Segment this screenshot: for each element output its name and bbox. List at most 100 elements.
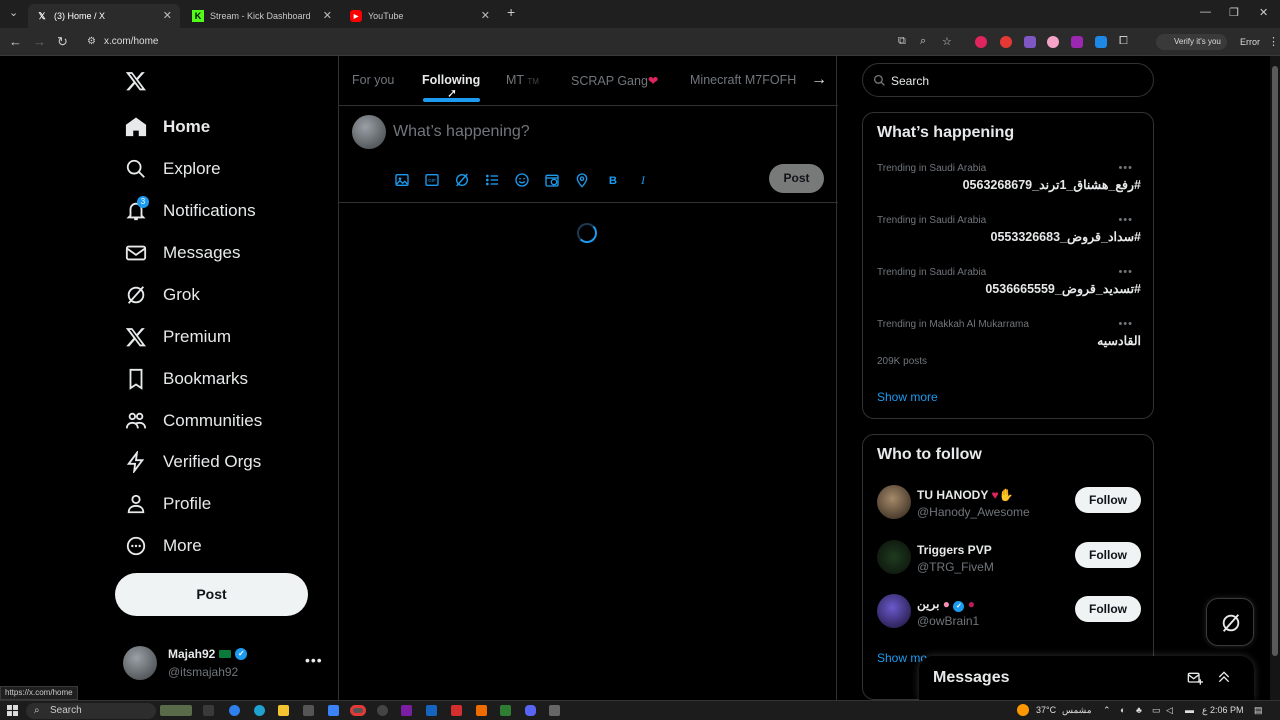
app-icon[interactable]: [549, 705, 560, 716]
tab-search-chevron-icon[interactable]: ⌄: [9, 6, 18, 19]
follow-suggestion[interactable]: TU HANODY ♥✋ @Hanody_Awesome Follow: [877, 485, 1141, 525]
taskbar-search[interactable]: ⌕ Search: [26, 703, 156, 719]
scrollbar-thumb[interactable]: [1272, 66, 1278, 656]
network-icon[interactable]: ▭: [1152, 705, 1161, 716]
notification-center-icon[interactable]: ▤: [1254, 705, 1263, 716]
chrome-icon[interactable]: [350, 705, 366, 716]
volume-icon[interactable]: ◁: [1166, 705, 1173, 716]
verify-profile-button[interactable]: Verify it's you: [1156, 34, 1227, 50]
trend-item[interactable]: Trending in Saudi Arabia #رفع_هشناق_1ترن…: [877, 162, 1141, 192]
gif-icon[interactable]: GIF: [424, 172, 440, 188]
nav-notifications[interactable]: 3 Notifications: [125, 196, 256, 226]
image-icon[interactable]: [394, 172, 410, 188]
tab-mt[interactable]: MT TM: [506, 73, 539, 87]
trend-more-icon[interactable]: •••: [1118, 214, 1133, 226]
extensions-puzzle-icon[interactable]: ⧠: [1119, 35, 1128, 48]
location-icon[interactable]: [574, 172, 590, 188]
trend-item[interactable]: Trending in Saudi Arabia #سداد_قروض_0553…: [877, 214, 1141, 244]
trend-item[interactable]: Trending in Saudi Arabia #تسديد_قروض_053…: [877, 266, 1141, 296]
url-field[interactable]: x.com/home: [104, 36, 158, 47]
nav-bookmarks[interactable]: Bookmarks: [125, 364, 248, 394]
follow-button[interactable]: Follow: [1075, 487, 1141, 513]
window-close-icon[interactable]: ✕: [1259, 6, 1268, 19]
tab-for-you[interactable]: For you: [352, 73, 394, 87]
schedule-icon[interactable]: [544, 172, 560, 188]
weather-temp[interactable]: 37°C: [1036, 705, 1056, 715]
steam-icon[interactable]: [426, 705, 437, 716]
task-view-icon[interactable]: [203, 705, 214, 716]
follow-button[interactable]: Follow: [1075, 542, 1141, 568]
search-input[interactable]: Search: [862, 63, 1154, 97]
extension-icon[interactable]: [975, 36, 987, 48]
nav-verified-orgs[interactable]: Verified Orgs: [125, 447, 261, 477]
account-more-icon[interactable]: •••: [305, 652, 323, 668]
obs-icon[interactable]: [377, 705, 388, 716]
grok-floating-button[interactable]: [1206, 598, 1254, 646]
bold-icon[interactable]: B: [605, 172, 621, 188]
browser-tab-youtube[interactable]: ▶ YouTube ✕: [342, 4, 498, 28]
battery-icon[interactable]: ▬: [1185, 705, 1194, 715]
windows-start-icon[interactable]: [7, 705, 18, 716]
post-button[interactable]: Post: [115, 573, 308, 616]
tab-following[interactable]: Following: [422, 73, 480, 87]
trend-more-icon[interactable]: •••: [1118, 162, 1133, 174]
error-label[interactable]: Error: [1240, 37, 1260, 47]
app-icon[interactable]: [328, 705, 339, 716]
nav-explore[interactable]: Explore: [125, 154, 221, 184]
extension-icon[interactable]: [1000, 36, 1012, 48]
close-tab-icon[interactable]: ✕: [163, 9, 172, 22]
browser-menu-icon[interactable]: ⋮: [1268, 35, 1279, 48]
app-icon[interactable]: [500, 705, 511, 716]
nav-profile[interactable]: Profile: [125, 489, 211, 519]
browser-tab-kick[interactable]: K Stream - Kick Dashboard ✕: [184, 4, 340, 28]
site-info-icon[interactable]: ⚙: [87, 36, 96, 47]
close-tab-icon[interactable]: ✕: [323, 9, 332, 22]
italic-icon[interactable]: I: [635, 172, 651, 188]
tab-scrap-gang[interactable]: SCRAP Gang❤: [571, 73, 658, 88]
close-tab-icon[interactable]: ✕: [481, 9, 490, 22]
clock[interactable]: 2:06 PM: [1210, 705, 1244, 715]
page-scrollbar[interactable]: [1270, 56, 1280, 700]
tray-app-icon[interactable]: ♣: [1136, 705, 1142, 715]
discord-icon[interactable]: [525, 705, 536, 716]
install-app-icon[interactable]: ⧉: [898, 35, 906, 48]
extension-icon[interactable]: [1071, 36, 1083, 48]
follow-button[interactable]: Follow: [1075, 596, 1141, 622]
reload-icon[interactable]: ↻: [57, 34, 68, 50]
new-tab-icon[interactable]: +: [507, 4, 515, 20]
trend-more-icon[interactable]: •••: [1118, 318, 1133, 330]
app-icon[interactable]: [451, 705, 462, 716]
extension-icon[interactable]: [1095, 36, 1107, 48]
tab-minecraft[interactable]: Minecraft M7FOFH: [690, 73, 796, 87]
app-icon[interactable]: [401, 705, 412, 716]
browser-tab-x-home[interactable]: 𝕏 (3) Home / X ✕: [28, 4, 180, 28]
nav-premium[interactable]: Premium: [125, 322, 231, 352]
extension-icon[interactable]: [1047, 36, 1059, 48]
language-indicator[interactable]: ع: [1202, 705, 1207, 716]
compose-input[interactable]: What’s happening?: [393, 123, 530, 141]
store-icon[interactable]: [303, 705, 314, 716]
tray-overflow-icon[interactable]: ⌃: [1103, 705, 1111, 716]
nav-home[interactable]: Home: [125, 112, 210, 142]
follow-suggestion[interactable]: Triggers PVP @TRG_FiveM Follow: [877, 540, 1141, 580]
nav-messages[interactable]: Messages: [125, 238, 240, 268]
back-icon[interactable]: ←: [9, 34, 22, 49]
tray-app-icon[interactable]: ◐: [1120, 705, 1125, 715]
minimize-icon[interactable]: —: [1200, 6, 1211, 18]
new-message-icon[interactable]: [1187, 670, 1203, 686]
trend-item[interactable]: Trending in Makkah Al Mukarrama القادسيه…: [877, 318, 1141, 367]
trend-more-icon[interactable]: •••: [1118, 266, 1133, 278]
scroll-tabs-right-icon[interactable]: →: [807, 69, 831, 93]
copilot-icon[interactable]: [229, 705, 240, 716]
zoom-icon[interactable]: ⌕: [920, 35, 926, 48]
file-explorer-icon[interactable]: [278, 705, 289, 716]
extension-icon[interactable]: [1024, 36, 1036, 48]
forward-icon[interactable]: →: [33, 34, 46, 49]
edge-icon[interactable]: [254, 705, 265, 716]
bookmark-star-icon[interactable]: ☆: [942, 35, 952, 48]
compose-post-button[interactable]: Post: [769, 164, 824, 193]
grok-icon[interactable]: [454, 172, 470, 188]
messages-drawer[interactable]: Messages: [919, 656, 1254, 700]
follow-suggestion[interactable]: برين ● ✓ ● @owBrain1 Follow: [877, 594, 1141, 634]
emoji-icon[interactable]: [514, 172, 530, 188]
